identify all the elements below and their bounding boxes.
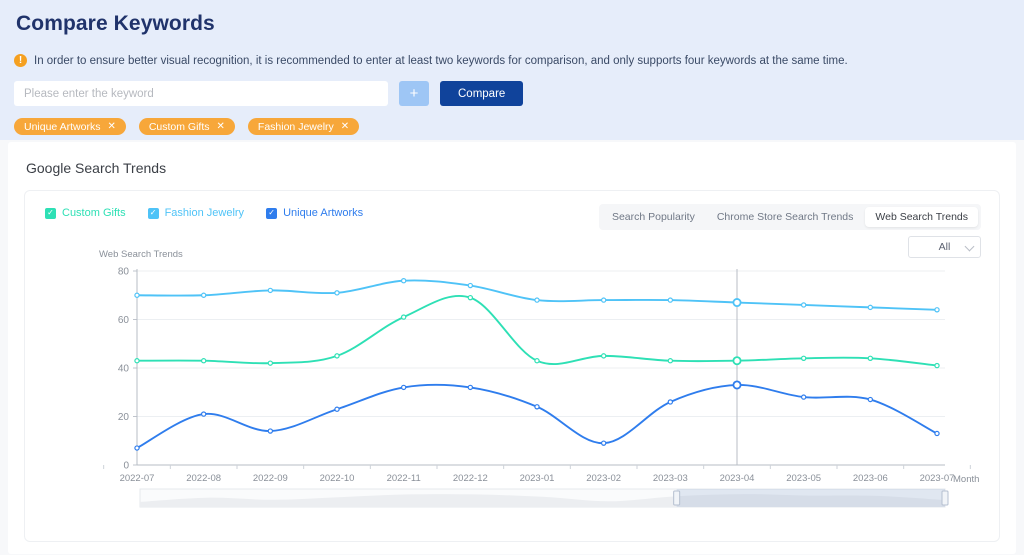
notice-banner: ! In order to ensure better visual recog… [14, 54, 1012, 67]
keyword-tag[interactable]: Fashion Jewelry ✕ [247, 118, 360, 135]
keyword-tag-label: Fashion Jewelry [257, 120, 334, 133]
svg-text:2023-03: 2023-03 [653, 473, 688, 484]
svg-text:2023-04: 2023-04 [720, 473, 755, 484]
datazoom-handle-right[interactable] [941, 490, 949, 506]
svg-text:2022-12: 2022-12 [453, 473, 488, 484]
svg-text:60: 60 [118, 315, 130, 326]
keyword-tag-label: Custom Gifts [148, 120, 210, 133]
close-icon[interactable]: ✕ [341, 121, 349, 132]
chart-datazoom-slider[interactable] [139, 488, 949, 508]
keyword-tag-list: Unique Artworks ✕ Custom Gifts ✕ Fashion… [14, 118, 1012, 135]
keyword-tag[interactable]: Unique Artworks ✕ [14, 118, 126, 135]
keyword-tag[interactable]: Custom Gifts ✕ [138, 118, 235, 135]
svg-text:2022-08: 2022-08 [186, 473, 221, 484]
svg-text:2022-07: 2022-07 [120, 473, 155, 484]
keyword-input[interactable] [14, 81, 388, 106]
svg-text:2023-02: 2023-02 [586, 473, 621, 484]
keyword-search-row: + Compare [14, 81, 1012, 106]
svg-text:2023-07: 2023-07 [920, 473, 955, 484]
page-title: Compare Keywords [16, 12, 215, 35]
svg-text:2023-06: 2023-06 [853, 473, 888, 484]
svg-text:2022-10: 2022-10 [320, 473, 355, 484]
chart-panel: ✓ Custom Gifts ✓ Fashion Jewelry ✓ Uniqu… [24, 190, 1000, 542]
datazoom-handle-left[interactable] [673, 490, 681, 506]
svg-text:2023-01: 2023-01 [520, 473, 555, 484]
close-icon[interactable]: ✕ [107, 121, 115, 132]
svg-text:2022-11: 2022-11 [387, 473, 421, 484]
svg-text:2022-09: 2022-09 [253, 473, 288, 484]
chart-svg: 0 20 40 60 80 2022-07 2022-08 2022-09 2022-10 202… [103, 267, 971, 508]
add-keyword-button[interactable]: + [399, 81, 429, 106]
compare-button[interactable]: Compare [440, 81, 524, 106]
close-icon[interactable]: ✕ [217, 121, 225, 132]
warning-icon: ! [14, 54, 27, 67]
svg-text:40: 40 [118, 364, 130, 375]
notice-text: In order to ensure better visual recogni… [34, 54, 848, 67]
keyword-tag-label: Unique Artworks [24, 120, 101, 133]
svg-text:2023-05: 2023-05 [786, 473, 821, 484]
page-header: Compare Keywords ! In order to ensure be… [0, 0, 1024, 140]
line-chart: Web Search Trends Month 0 20 40 60 80 2022-07… [25, 191, 999, 541]
trends-card: Google Search Trends ✓ Custom Gifts ✓ Fa… [8, 142, 1016, 554]
svg-text:80: 80 [118, 267, 130, 278]
svg-text:20: 20 [118, 412, 130, 423]
svg-text:0: 0 [123, 461, 129, 472]
card-title: Google Search Trends [26, 160, 167, 176]
